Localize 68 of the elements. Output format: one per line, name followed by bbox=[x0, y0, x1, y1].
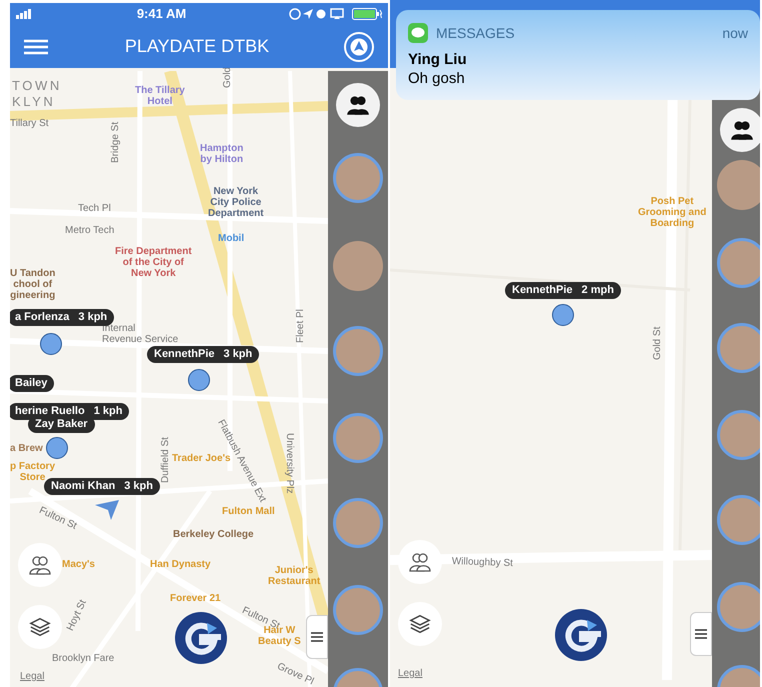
notification-time: now bbox=[722, 24, 748, 42]
place-label: Han Dynasty bbox=[150, 559, 211, 570]
status-time: 9:41 AM bbox=[136, 5, 186, 24]
place-label: Posh Pet Grooming and Boarding bbox=[638, 196, 706, 229]
list-icon bbox=[311, 631, 323, 643]
user-name: KennethPie bbox=[512, 283, 573, 298]
compass-button[interactable] bbox=[344, 32, 374, 62]
legal-link[interactable]: Legal bbox=[398, 666, 422, 681]
district-label: KLYN bbox=[12, 95, 56, 108]
notification-message: Oh gosh bbox=[408, 69, 466, 88]
layers-icon bbox=[29, 616, 51, 638]
user-speed: 3 kph bbox=[124, 479, 153, 494]
user-speed: 2 mph bbox=[582, 283, 614, 298]
user-speed: 3 kph bbox=[78, 310, 108, 324]
street-label: Fleet Pl bbox=[295, 309, 306, 343]
friends-button[interactable] bbox=[18, 543, 62, 587]
menu-icon bbox=[24, 38, 48, 54]
legal-link[interactable]: Legal bbox=[20, 669, 44, 684]
place-label: Fulton Mall bbox=[222, 506, 275, 517]
district-label: TOWN bbox=[12, 79, 62, 92]
street-label: Grove Pl bbox=[275, 661, 316, 687]
user-name: herine Ruello bbox=[15, 404, 85, 419]
place-label: Berkeley College bbox=[173, 529, 254, 540]
app-logo-button[interactable] bbox=[555, 609, 607, 661]
place-label: Fire Department of the City of New York bbox=[115, 246, 192, 279]
app-title: PLAYDATE DTBK bbox=[124, 35, 270, 58]
user-speed: 1 kph bbox=[94, 404, 122, 420]
street-label: Internal Revenue Service bbox=[102, 323, 178, 345]
user-name: Bailey bbox=[15, 376, 48, 392]
place-label: Hampton by Hilton bbox=[200, 143, 244, 165]
street-label: University Plz bbox=[284, 433, 295, 494]
street-label: Bridge St bbox=[110, 122, 121, 163]
user-speed: 3 kph bbox=[224, 347, 252, 362]
street-label: Tillary St bbox=[10, 118, 49, 129]
user-name: Zay Baker bbox=[35, 417, 88, 432]
street-label: Willoughby St bbox=[452, 556, 514, 570]
messages-app-icon bbox=[408, 23, 428, 43]
user-name: KennethPie bbox=[154, 347, 215, 362]
place-label: a Brew bbox=[10, 443, 43, 454]
list-tab[interactable] bbox=[690, 612, 712, 656]
app-logo-button[interactable] bbox=[175, 612, 227, 664]
list-icon bbox=[695, 628, 707, 640]
street-label: Metro Tech bbox=[65, 225, 114, 236]
notification-card[interactable]: MESSAGES now Ying Liu Oh gosh bbox=[396, 10, 760, 100]
place-label: U Tandon chool of gineering bbox=[10, 268, 56, 301]
list-tab[interactable] bbox=[306, 615, 328, 659]
place-label: Junior's Restaurant bbox=[268, 565, 320, 587]
battery-icon bbox=[352, 8, 382, 20]
layers-button[interactable] bbox=[398, 602, 442, 646]
navigation-icon bbox=[350, 38, 368, 56]
street-label: Tech Pl bbox=[78, 203, 111, 214]
place-label: Trader Joe's bbox=[172, 453, 231, 464]
signal-icon bbox=[16, 9, 34, 19]
notification-sender: Ying Liu bbox=[408, 50, 468, 69]
street-label: Brooklyn Fare bbox=[52, 653, 114, 664]
layers-button[interactable] bbox=[18, 605, 62, 649]
user-name: a Forlenza bbox=[15, 310, 70, 326]
street-label: Gold St bbox=[652, 326, 663, 360]
user-name: Naomi Khan bbox=[51, 479, 116, 494]
status-icons bbox=[289, 8, 347, 20]
street-label: Duffield St bbox=[160, 437, 171, 483]
notification-app-name: MESSAGES bbox=[436, 24, 515, 42]
place-label: New York City Police Department bbox=[208, 186, 264, 219]
place-label: Forever 21 bbox=[170, 593, 221, 604]
layers-icon bbox=[409, 613, 431, 635]
place-label: Macy's bbox=[62, 559, 95, 570]
street-label: Hoyt St bbox=[65, 598, 89, 633]
place-label: Mobil bbox=[218, 233, 244, 244]
